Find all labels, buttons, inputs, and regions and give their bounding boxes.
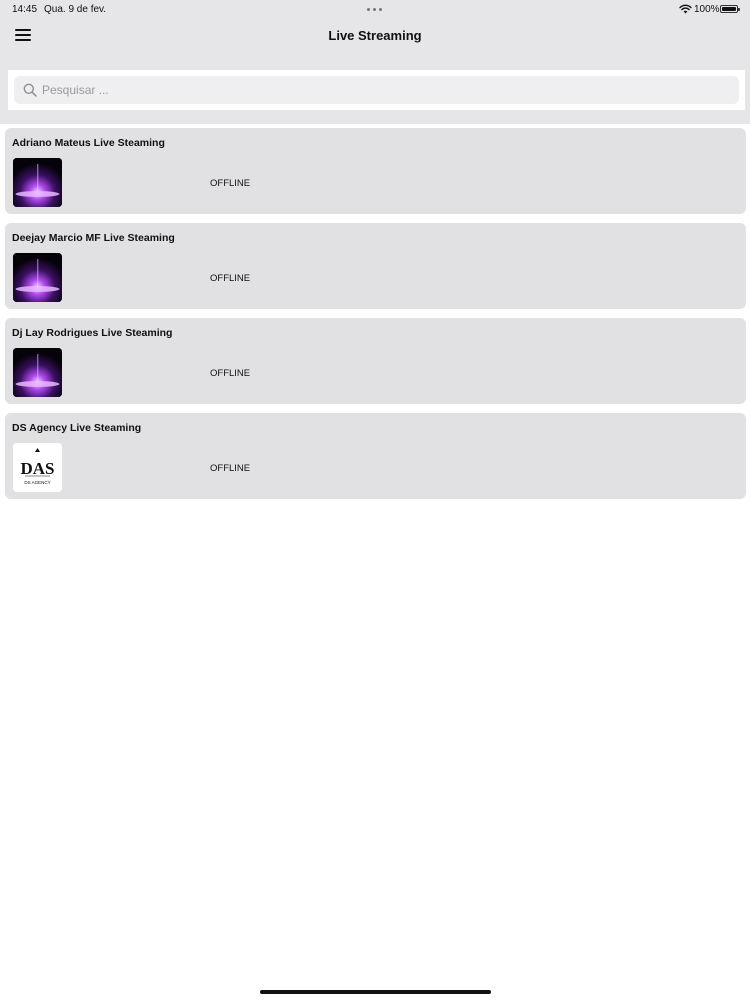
stream-name: Dj Lay Rodrigues Live Steaming: [12, 327, 173, 339]
stream-status: OFFLINE: [210, 273, 251, 284]
search-bar: [8, 70, 745, 110]
status-date: Qua. 9 de fev.: [44, 4, 107, 15]
top-bar: 14:45 Qua. 9 de fev. 100% Live Streaming: [0, 0, 750, 124]
page-title: Live Streaming: [328, 28, 422, 43]
stream-status: OFFLINE: [210, 368, 251, 379]
stream-card[interactable]: DS Agency Live Steaming DAS DS AGENCY OF…: [5, 413, 746, 499]
wifi-icon: [679, 4, 692, 14]
stream-thumbnail: [13, 158, 62, 207]
status-time: 14:45: [12, 4, 38, 15]
battery-percent: 100%: [694, 4, 720, 15]
stream-thumbnail: [13, 348, 62, 397]
search-icon: [23, 83, 37, 97]
stream-status: OFFLINE: [210, 463, 251, 474]
stream-card[interactable]: Deejay Marcio MF Live Steaming OFFLINE: [5, 223, 746, 309]
stream-name: Deejay Marcio MF Live Steaming: [12, 232, 175, 244]
stream-thumbnail: [13, 253, 62, 302]
multitasking-dots[interactable]: [367, 8, 382, 11]
search-input[interactable]: [42, 76, 732, 104]
stream-card[interactable]: Dj Lay Rodrigues Live Steaming OFFLINE: [5, 318, 746, 404]
home-indicator[interactable]: [260, 990, 491, 994]
search-field[interactable]: [14, 76, 739, 104]
stream-name: DS Agency Live Steaming: [12, 422, 142, 434]
battery-icon: [720, 5, 740, 13]
stream-list: Adriano Mateus Live Steaming OFFLINE Dee…: [5, 128, 746, 508]
stream-status: OFFLINE: [210, 178, 251, 189]
stream-name: Adriano Mateus Live Steaming: [12, 137, 165, 149]
stream-card[interactable]: Adriano Mateus Live Steaming OFFLINE: [5, 128, 746, 214]
ds-caption: DS AGENCY: [24, 480, 50, 485]
ds-monogram: DAS: [20, 459, 54, 478]
ds-agency-logo: DAS DS AGENCY: [13, 443, 62, 492]
